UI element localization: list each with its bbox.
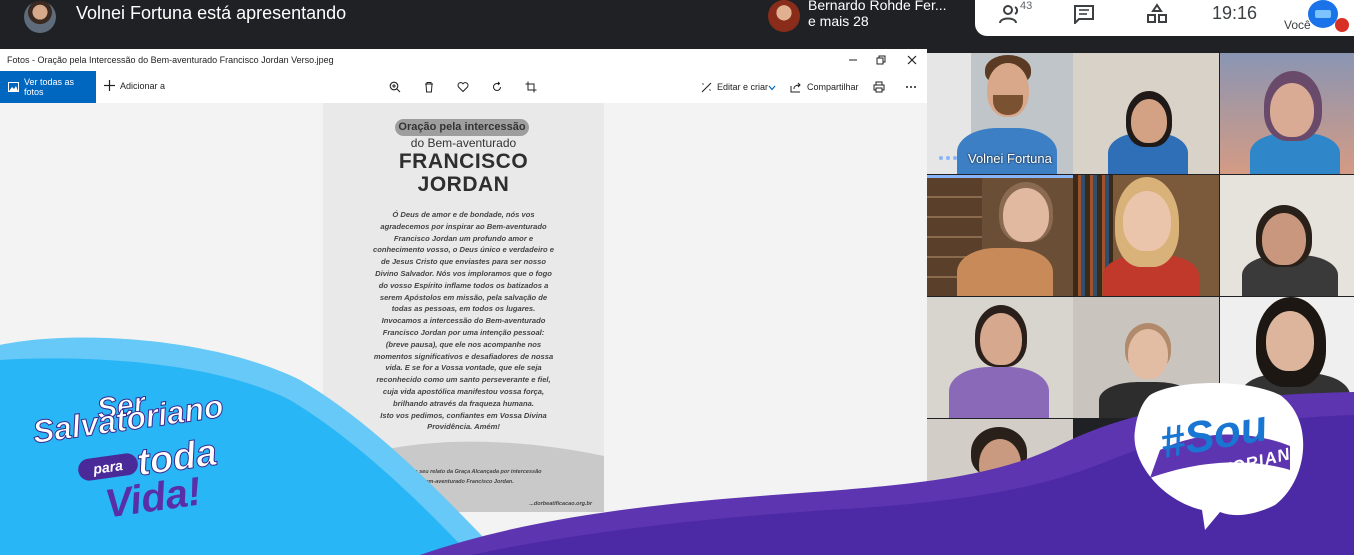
screen: Volnei Fortuna está apresentando Bernard… (0, 0, 1354, 555)
